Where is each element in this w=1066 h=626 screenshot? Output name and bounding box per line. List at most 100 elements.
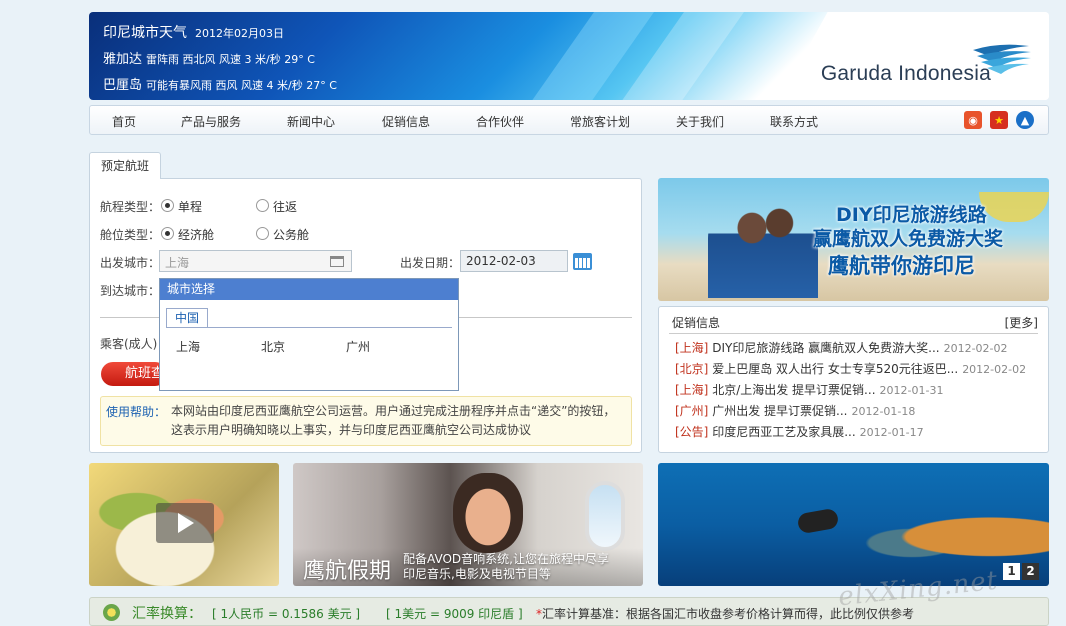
exchange-title: 汇率换算：	[132, 606, 202, 622]
avod-banner-title: 鹰航假期	[303, 559, 392, 584]
city-option[interactable]: 上海	[176, 338, 200, 355]
news-text: 北京/上海出发 提早订票促销...	[712, 383, 876, 397]
help-title: 使用帮助：	[106, 405, 167, 419]
exchange-rate-usd-idr: [ 1美元 = 9009 印尼盾 ]	[386, 607, 523, 621]
nav-item-home[interactable]: 首页	[112, 113, 136, 130]
city-dropdown: 城市选择 中国 上海 北京 广州	[159, 278, 459, 391]
news-tag: [上海]	[675, 383, 709, 397]
city-option[interactable]: 北京	[261, 338, 285, 355]
news-text: DIY印尼旅游线路 赢鹰航双人免费游大奖...	[712, 341, 940, 355]
depart-city-input[interactable]: 上海	[159, 250, 352, 272]
news-tag: [公告]	[675, 425, 709, 439]
nav-item-partners[interactable]: 合作伙伴	[476, 113, 524, 130]
radio-economy[interactable]	[161, 227, 174, 240]
news-tag: [广州]	[675, 404, 709, 418]
promo-photo-boat	[979, 192, 1049, 222]
depart-date-label: 出发日期：	[400, 256, 461, 270]
news-text: 广州出发 提早订票促销...	[712, 404, 848, 418]
radio-economy-label[interactable]: 经济舱	[178, 226, 214, 243]
promo-banner[interactable]: DIY印尼旅游线路 赢鹰航双人免费游大奖 鹰航带你游印尼	[658, 178, 1049, 301]
city-option[interactable]: 广州	[346, 338, 370, 355]
city-picker-icon[interactable]	[330, 256, 344, 267]
slide-page-1[interactable]: 1	[1003, 563, 1020, 580]
trip-type-label: 航程类型：	[100, 200, 161, 214]
weather-city: 雅加达	[103, 52, 143, 67]
nav-item-about[interactable]: 关于我们	[676, 113, 724, 130]
radio-business[interactable]	[256, 227, 269, 240]
promo-line-1: DIY印尼旅游线路	[836, 204, 987, 226]
garuda-logo-text[interactable]: Garuda Indonesia	[821, 62, 991, 86]
news-more-link[interactable]: [更多]	[1005, 314, 1038, 331]
news-text: 爱上巴厘岛 双人出行 女士专享520元往返巴...	[712, 362, 959, 376]
weibo-icon[interactable]: ◉	[964, 111, 982, 129]
food-video-thumbnail[interactable]	[89, 463, 279, 586]
slide-pager: 1 2	[1003, 563, 1039, 580]
news-date: 2012-01-18	[851, 405, 916, 418]
news-item[interactable]: [上海] DIY印尼旅游线路 赢鹰航双人免费游大奖... 2012-02-02	[675, 339, 1008, 356]
news-date: 2012-02-02	[962, 363, 1027, 376]
play-icon[interactable]	[156, 503, 214, 543]
weather-detail: 雷阵雨 西北风 风速 3 米/秒 29° C	[146, 53, 315, 66]
news-tag: [上海]	[675, 341, 709, 355]
header-banner: 印尼城市天气 2012年02月03日 雅加达 雷阵雨 西北风 风速 3 米/秒 29…	[89, 12, 1049, 100]
help-box: 使用帮助： 本网站由印度尼西亚鹰航空公司运营。用户通过完成注册程序并点击“递交”…	[100, 396, 632, 446]
nav-item-news[interactable]: 新闻中心	[287, 113, 335, 130]
slide-page-2[interactable]: 2	[1022, 563, 1039, 580]
radio-one-way-label[interactable]: 单程	[178, 198, 202, 215]
news-divider	[669, 333, 1038, 334]
news-item[interactable]: [公告] 印度尼西亚工艺及家具展... 2012-01-17	[675, 423, 924, 440]
calendar-icon[interactable]	[573, 253, 592, 270]
news-title: 促销信息	[672, 316, 721, 330]
diver-photo	[796, 507, 840, 535]
city-tab-divider	[166, 327, 452, 328]
avod-line-1: 配备AVOD音响系统,让您在旅程中尽享	[403, 552, 609, 566]
help-text: 本网站由印度尼西亚鹰航空公司运营。用户通过完成注册程序并点击“递交”的按钮，这表…	[171, 404, 616, 437]
depart-date-input[interactable]: 2012-02-03	[460, 250, 568, 272]
news-date: 2012-01-17	[859, 426, 924, 439]
nav-item-promotions[interactable]: 促销信息	[382, 113, 430, 130]
news-text: 印度尼西亚工艺及家具展...	[712, 425, 856, 439]
promo-line-2: 赢鹰航双人免费游大奖	[813, 228, 1004, 250]
avod-line-2: 印尼音乐,电影及电视节目等	[403, 567, 551, 581]
weather-date: 2012年02月03日	[195, 27, 284, 40]
news-tag: [北京]	[675, 362, 709, 376]
news-date: 2012-02-02	[943, 342, 1008, 355]
promo-photo-people	[708, 198, 818, 298]
radio-one-way[interactable]	[161, 199, 174, 212]
news-date: 2012-01-31	[879, 384, 944, 397]
passenger-label: 乘客(成人)	[100, 337, 158, 351]
news-item[interactable]: [广州] 广州出发 提早订票促销... 2012-01-18	[675, 402, 915, 419]
city-dropdown-header: 城市选择	[160, 279, 458, 300]
passenger-photo	[453, 473, 523, 553]
tab-book-flight[interactable]: 预定航班	[89, 152, 161, 179]
city-tab-china[interactable]: 中国	[166, 308, 208, 328]
depart-city-label: 出发城市：	[100, 256, 161, 270]
radio-round-trip[interactable]	[256, 199, 269, 212]
exchange-icon	[103, 604, 120, 621]
exchange-rate-cny-usd: [ 1人民币 = 0.1586 美元 ]	[212, 607, 361, 621]
cabin-type-label: 舱位类型：	[100, 228, 161, 242]
flight-search-button[interactable]: 航班查询	[101, 362, 167, 386]
avod-banner[interactable]: 鹰航假期 配备AVOD音响系统,让您在旅程中尽享 印尼音乐,电影及电视节目等	[293, 463, 643, 586]
weather-widget: 印尼城市天气 2012年02月03日 雅加达 雷阵雨 西北风 风速 3 米/秒 29…	[103, 20, 337, 99]
avod-banner-text: 配备AVOD音响系统,让您在旅程中尽享 印尼音乐,电影及电视节目等	[403, 552, 609, 582]
nav-item-contact[interactable]: 联系方式	[770, 113, 818, 130]
promo-line-3: 鹰航带你游印尼	[828, 254, 975, 278]
radio-business-label[interactable]: 公务舱	[273, 226, 309, 243]
radio-round-trip-label[interactable]: 往返	[273, 198, 297, 215]
airplane-window	[585, 481, 625, 551]
weather-row: 雅加达 雷阵雨 西北风 风速 3 米/秒 29° C	[103, 47, 337, 73]
weather-row: 巴厘岛 可能有暴风雨 西风 风速 4 米/秒 27° C	[103, 73, 337, 99]
nav-item-frequent-flyer[interactable]: 常旅客计划	[570, 113, 630, 130]
a-icon[interactable]: ▲	[1016, 111, 1034, 129]
weather-detail: 可能有暴风雨 西风 风速 4 米/秒 27° C	[146, 79, 337, 92]
main-nav: 首页 产品与服务 新闻中心 促销信息 合作伙伴 常旅客计划 关于我们 联系方式 …	[89, 105, 1049, 135]
promo-news-box: 促销信息 [更多] [上海] DIY印尼旅游线路 赢鹰航双人免费游大奖... 20…	[658, 306, 1049, 453]
weather-title: 印尼城市天气	[103, 25, 187, 41]
social-icons: ◉ ★ ▲	[964, 111, 1034, 129]
news-item[interactable]: [北京] 爱上巴厘岛 双人出行 女士专享520元往返巴... 2012-02-02	[675, 360, 1026, 377]
nav-item-products[interactable]: 产品与服务	[181, 113, 241, 130]
news-item[interactable]: [上海] 北京/上海出发 提早订票促销... 2012-01-31	[675, 381, 943, 398]
arrive-city-label: 到达城市：	[100, 284, 161, 298]
star-icon[interactable]: ★	[990, 111, 1008, 129]
